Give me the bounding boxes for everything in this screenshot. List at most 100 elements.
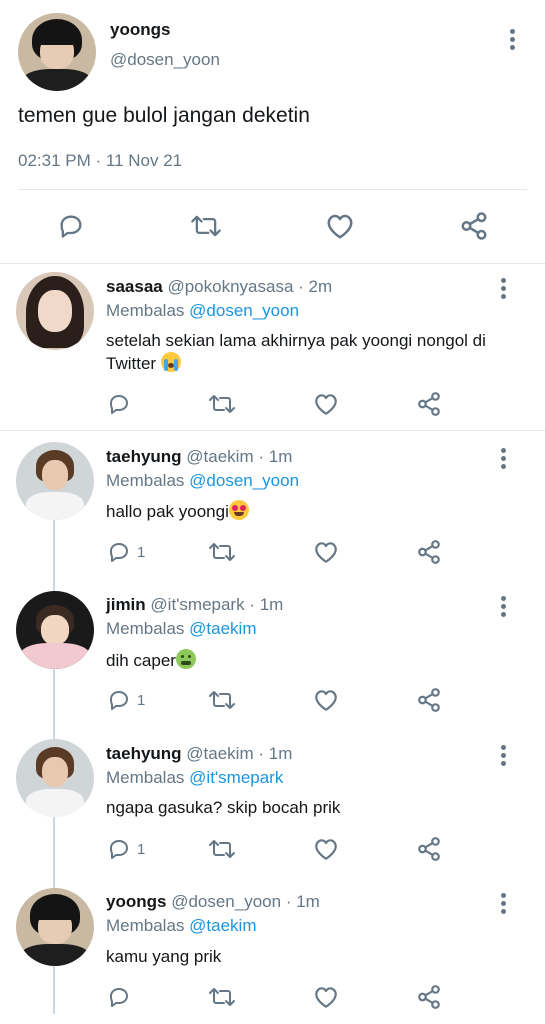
more-options-icon[interactable] [501,448,507,472]
reply-text-block: setelah sekian lama akhirnya pak yoongi … [106,330,526,375]
reply-button[interactable]: 1 [107,540,145,564]
retweet-button[interactable] [208,392,236,416]
retweet-button[interactable] [208,540,236,564]
divider [18,189,527,190]
reply-icon [110,988,128,1007]
retweet-button[interactable] [208,985,236,1009]
mention-link[interactable]: @dosen_yoon [189,301,299,320]
replying-to: Membalas @dosen_yoon [106,471,299,491]
avatar[interactable] [16,442,94,520]
like-button[interactable] [325,212,355,240]
share-button[interactable] [416,539,442,565]
more-options-icon[interactable] [510,29,516,53]
divider [0,430,545,431]
reply-icon [110,840,128,859]
share-icon [418,392,440,416]
share-icon [418,837,440,861]
reply-button[interactable] [107,985,137,1009]
reply-count: 1 [137,840,146,858]
share-icon [418,540,440,564]
reply-text-block: kamu yang prik [106,946,526,968]
reply-icon [110,543,128,562]
more-options-icon[interactable] [501,893,507,917]
share-button[interactable] [416,836,442,862]
reply-button[interactable] [107,392,137,416]
mention-link[interactable]: @taekim [189,619,256,638]
more-options-icon[interactable] [501,278,507,302]
more-options-icon[interactable] [501,596,507,620]
more-options-icon[interactable] [501,745,507,769]
share-button[interactable] [416,984,442,1010]
replying-label: Membalas [106,301,185,320]
heart-icon [315,839,337,860]
reply-count: 1 [137,691,146,709]
share-icon [418,688,440,712]
replying-to: Membalas @it'smepark [106,768,283,788]
author-handle[interactable]: @dosen_yoon [110,50,220,70]
mention-link[interactable]: @it'smepark [189,768,283,787]
author-name[interactable]: taehyung [106,447,182,466]
avatar[interactable] [16,272,94,350]
reply-header: taehyung @taekim · 1m [106,744,292,764]
avatar[interactable] [16,739,94,817]
replying-to: Membalas @taekim [106,619,256,639]
share-icon [461,212,487,240]
author-handle[interactable]: @taekim [186,744,253,763]
author-handle[interactable]: @pokoknyasasa [167,277,293,296]
reply-time[interactable]: · 1m [258,744,292,763]
share-button[interactable] [416,391,442,417]
heart-icon [315,987,337,1008]
reply-time[interactable]: · 1m [258,447,292,466]
tweet-timestamp[interactable]: 02:31 PM · 11 Nov 21 [18,151,182,171]
retweet-icon [191,215,221,237]
reply-header: taehyung @taekim · 1m [106,447,292,467]
mention-link[interactable]: @dosen_yoon [189,471,299,490]
heart-eyes-face-icon [228,500,249,520]
reply-header: saasaa @pokoknyasasa · 2m [106,277,332,297]
avatar[interactable] [16,888,94,966]
reply-icon [110,691,128,710]
share-button[interactable] [459,211,489,241]
like-button[interactable] [313,837,339,861]
author-name[interactable]: jimin [106,595,146,614]
author-handle[interactable]: @it'smepark [150,595,244,614]
like-button[interactable] [313,985,339,1009]
loudly-crying-face-icon [160,352,181,372]
share-icon [418,985,440,1009]
reply-time[interactable]: · 1m [286,892,320,911]
tweet-text: temen gue bulol jangan deketin [18,104,310,127]
reply-button[interactable]: 1 [107,837,145,861]
reply-text: ngapa gasuka? skip bocah prik [106,798,341,817]
like-button[interactable] [313,392,339,416]
replying-label: Membalas [106,471,185,490]
reply-header: yoongs @dosen_yoon · 1m [106,892,320,912]
retweet-button[interactable] [208,688,236,712]
retweet-button[interactable] [190,212,222,240]
reply-icon [60,215,82,238]
retweet-button[interactable] [208,837,236,861]
author-handle[interactable]: @dosen_yoon [171,892,281,911]
reply-text-block: dih caper [106,649,526,672]
author-name[interactable]: taehyung [106,744,182,763]
reply-text: kamu yang prik [106,947,222,966]
retweet-icon [209,840,235,858]
retweet-icon [209,691,235,709]
author-name[interactable]: yoongs [110,20,170,40]
reply-button[interactable]: 1 [107,688,145,712]
author-handle[interactable]: @taekim [186,447,253,466]
avatar[interactable] [16,591,94,669]
replying-label: Membalas [106,916,185,935]
share-button[interactable] [416,687,442,713]
reply-text-block: hallo pak yoongi [106,500,526,523]
mention-link[interactable]: @taekim [189,916,256,935]
reply-time[interactable]: · 2m [298,277,332,296]
like-button[interactable] [313,688,339,712]
reply-button[interactable] [57,212,85,240]
replying-label: Membalas [106,768,185,787]
author-name[interactable]: saasaa [106,277,163,296]
heart-icon [315,542,337,563]
reply-time[interactable]: · 1m [249,595,283,614]
like-button[interactable] [313,540,339,564]
avatar[interactable] [18,13,96,91]
author-name[interactable]: yoongs [106,892,166,911]
